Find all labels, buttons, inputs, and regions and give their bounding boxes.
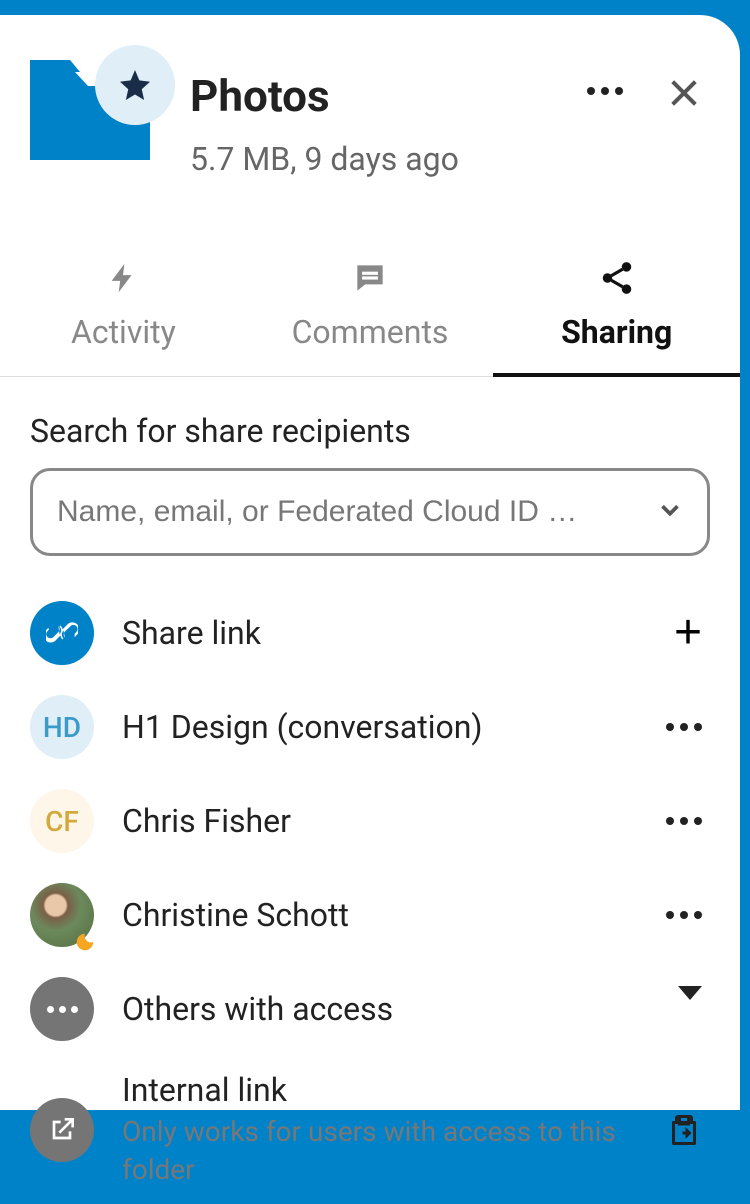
recipient-name: Chris Fisher <box>122 802 630 840</box>
others-icon <box>30 977 94 1041</box>
close-button[interactable] <box>663 70 705 112</box>
recipient-more-button[interactable] <box>658 809 710 833</box>
tab-label: Sharing <box>561 313 672 351</box>
more-icon <box>666 817 702 825</box>
more-button[interactable] <box>582 70 628 112</box>
tab-comments[interactable]: Comments <box>247 238 494 376</box>
bolt-icon <box>103 258 143 298</box>
sharing-content: Search for share recipients Share link +… <box>0 377 740 1204</box>
tab-sharing[interactable]: Sharing <box>493 238 740 376</box>
others-with-access-row[interactable]: Others with access <box>30 962 710 1056</box>
search-input[interactable] <box>30 468 710 556</box>
panel-header: Photos 5.7 MB, 9 days ago <box>0 15 740 198</box>
favorite-star-icon <box>95 45 175 125</box>
more-icon <box>587 87 623 95</box>
file-meta: 5.7 MB, 9 days ago <box>190 140 562 178</box>
tabs: Activity Comments Sharing <box>0 238 740 377</box>
recipient-name: H1 Design (conversation) <box>122 708 630 746</box>
recipient-more-button[interactable] <box>658 903 710 927</box>
tab-label: Comments <box>292 313 449 351</box>
avatar-initials: CF <box>30 789 94 853</box>
comment-icon <box>350 258 390 298</box>
close-icon <box>668 75 700 107</box>
share-recipient-row: Christine Schott <box>30 868 710 962</box>
share-recipient-row: HD H1 Design (conversation) <box>30 680 710 774</box>
external-link-icon <box>30 1098 94 1162</box>
avatar-initials: HD <box>30 695 94 759</box>
header-actions <box>582 55 710 112</box>
others-label: Others with access <box>122 990 642 1028</box>
share-icon <box>597 258 637 298</box>
header-text: Photos 5.7 MB, 9 days ago <box>170 55 562 178</box>
share-link-label: Share link <box>122 614 638 652</box>
search-label: Search for share recipients <box>30 412 710 450</box>
internal-link-text: Internal link Only works for users with … <box>122 1071 630 1189</box>
file-title: Photos <box>190 70 562 122</box>
folder-icon <box>30 55 150 165</box>
share-recipient-row: CF Chris Fisher <box>30 774 710 868</box>
status-away-icon <box>74 927 96 949</box>
plus-icon: + <box>674 609 702 657</box>
share-link-row: Share link + <box>30 586 710 680</box>
more-icon <box>47 1006 78 1013</box>
sharing-panel: Photos 5.7 MB, 9 days ago Activity Comme… <box>0 15 740 1110</box>
clipboard-icon <box>666 1112 702 1148</box>
recipient-name: Christine Schott <box>122 896 630 934</box>
internal-link-row: Internal link Only works for users with … <box>30 1056 710 1204</box>
link-icon <box>30 601 94 665</box>
internal-link-title: Internal link <box>122 1071 630 1109</box>
more-icon <box>666 723 702 731</box>
tab-label: Activity <box>71 313 176 351</box>
more-icon <box>666 911 702 919</box>
avatar-photo <box>30 883 94 947</box>
expand-icon <box>670 992 710 1027</box>
recipient-more-button[interactable] <box>658 715 710 739</box>
search-wrapper <box>30 468 710 556</box>
copy-internal-link-button[interactable] <box>658 1104 710 1156</box>
add-share-link-button[interactable]: + <box>666 601 710 665</box>
tab-activity[interactable]: Activity <box>0 238 247 376</box>
internal-link-subtitle: Only works for users with access to this… <box>122 1113 630 1189</box>
